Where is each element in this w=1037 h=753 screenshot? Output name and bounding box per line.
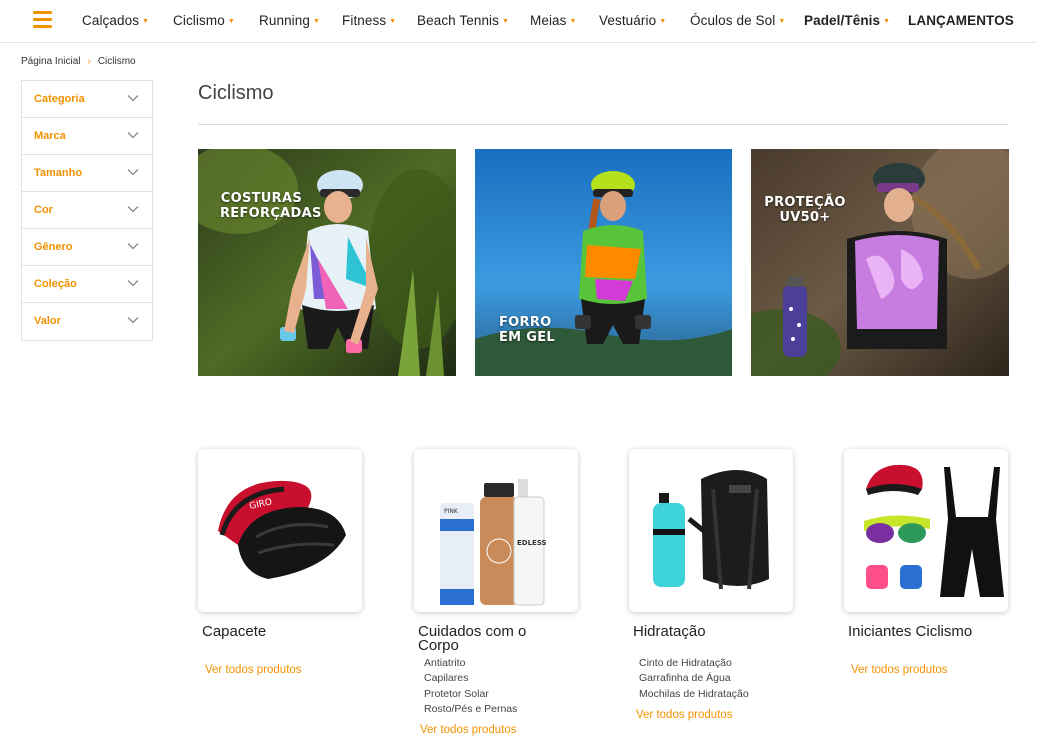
category-name[interactable]: Capacete [202, 624, 266, 639]
nav-item-label: Fitness [342, 13, 387, 28]
filter-genero[interactable]: Gênero [22, 229, 152, 266]
chevron-down-icon [127, 243, 139, 250]
caret-down-icon: ▼ [883, 18, 891, 25]
chevron-down-icon [127, 95, 139, 102]
filter-label: Gênero [34, 241, 73, 253]
subcategory-link[interactable]: Antiatrito [424, 656, 517, 671]
banner-image-cyclist-protecao [751, 149, 1009, 376]
hydration-product-image [653, 470, 769, 590]
filter-categoria[interactable]: Categoria [22, 81, 152, 118]
nav-item-label: Óculos de Sol [690, 13, 776, 28]
see-all-products-link[interactable]: Ver todos produtos [205, 664, 302, 676]
nav-item-meias[interactable]: Meias ▼ [530, 13, 577, 28]
nav-item-label: LANÇAMENTOS [908, 13, 1014, 28]
nav-item-padel-tenis[interactable]: Padel/Tênis ▼ [804, 13, 890, 28]
breadcrumb: Página Inicial › Ciclismo [21, 56, 136, 67]
nav-item-vestuario[interactable]: Vestuário ▼ [599, 13, 666, 28]
nav-item-oculos-de-sol[interactable]: Óculos de Sol ▼ [690, 13, 785, 28]
category-name[interactable]: Hidratação [633, 624, 706, 639]
filter-label: Cor [34, 204, 53, 216]
category-card-cuidados-com-o-corpo[interactable]: PINK EDLESS [414, 449, 578, 612]
category-name[interactable]: Iniciantes Ciclismo [848, 624, 972, 639]
caret-down-icon: ▼ [313, 18, 321, 25]
body-care-product-image: PINK EDLESS [440, 479, 547, 606]
filter-marca[interactable]: Marca [22, 118, 152, 155]
caret-down-icon: ▼ [659, 18, 667, 25]
breadcrumb-separator-icon: › [87, 56, 91, 67]
helmet-product-image: GIRO [218, 480, 346, 579]
filter-label: Marca [34, 130, 66, 142]
subcategory-link[interactable]: Mochilas de Hidratação [639, 687, 749, 702]
chevron-down-icon [127, 132, 139, 139]
caret-down-icon: ▼ [569, 18, 577, 25]
nav-item-lancamentos[interactable]: LANÇAMENTOS [908, 13, 1014, 28]
nav-item-label: Beach Tennis [417, 13, 500, 28]
category-card-hidratacao[interactable] [629, 449, 793, 612]
caret-down-icon: ▼ [389, 18, 397, 25]
nav-item-label: Meias [530, 13, 567, 28]
banner-protecao-uv50[interactable]: PROTEÇÃO UV50+ [751, 149, 1009, 376]
banner-image-cyclist-costuras [198, 149, 456, 376]
beginner-kit-product-image [864, 464, 1004, 597]
nav-item-label: Padel/Tênis [804, 13, 881, 28]
subcategory-link[interactable]: Capilares [424, 671, 517, 686]
filter-label: Categoria [34, 93, 85, 105]
hamburger-menu-icon[interactable] [33, 11, 52, 28]
svg-text:PINK: PINK [444, 508, 459, 515]
nav-item-label: Vestuário [599, 13, 657, 28]
svg-text:EDLESS: EDLESS [517, 539, 547, 547]
page-title: Ciclismo [198, 82, 274, 104]
subcategory-link[interactable]: Rosto/Pés e Pernas [424, 702, 517, 717]
banner-text: FORRO EM GEL [499, 315, 555, 345]
nav-item-label: Calçados [82, 13, 140, 28]
subcategory-link[interactable]: Garrafinha de Água [639, 671, 749, 686]
nav-item-fitness[interactable]: Fitness ▼ [342, 13, 396, 28]
nav-item-label: Ciclismo [173, 13, 225, 28]
chevron-down-icon [127, 317, 139, 324]
subcategory-list: Antiatrito Capilares Protetor Solar Rost… [424, 656, 517, 717]
breadcrumb-home-link[interactable]: Página Inicial [21, 56, 80, 67]
nav-item-ciclismo[interactable]: Ciclismo ▼ [173, 13, 235, 28]
subcategory-link[interactable]: Protetor Solar [424, 687, 517, 702]
breadcrumb-current: Ciclismo [97, 56, 136, 67]
category-name[interactable]: Cuidados com o Corpo [418, 624, 558, 653]
chevron-down-icon [127, 169, 139, 176]
filter-sidebar: Categoria Marca Tamanho Cor Gênero Coleç… [21, 80, 153, 341]
filter-label: Valor [34, 315, 61, 327]
see-all-products-link[interactable]: Ver todos produtos [851, 664, 948, 676]
banner-text: COSTURAS REFORÇADAS [220, 191, 322, 221]
filter-cor[interactable]: Cor [22, 192, 152, 229]
nav-item-label: Running [259, 13, 310, 28]
category-card-capacete[interactable]: GIRO [198, 449, 362, 612]
chevron-down-icon [127, 280, 139, 287]
caret-down-icon: ▼ [502, 18, 510, 25]
caret-down-icon: ▼ [778, 18, 786, 25]
filter-tamanho[interactable]: Tamanho [22, 155, 152, 192]
subcategory-list: Cinto de Hidratação Garrafinha de Água M… [639, 656, 749, 702]
caret-down-icon: ▼ [227, 18, 235, 25]
category-card-iniciantes-ciclismo[interactable] [844, 449, 1008, 612]
filter-valor[interactable]: Valor [22, 303, 152, 340]
chevron-down-icon [127, 206, 139, 213]
banner-text: PROTEÇÃO UV50+ [764, 195, 846, 225]
see-all-products-link[interactable]: Ver todos produtos [636, 709, 733, 721]
nav-item-beach-tennis[interactable]: Beach Tennis ▼ [417, 13, 509, 28]
title-divider [198, 124, 1009, 125]
see-all-products-link[interactable]: Ver todos produtos [420, 724, 517, 736]
filter-label: Coleção [34, 278, 77, 290]
filter-label: Tamanho [34, 167, 83, 179]
filter-colecao[interactable]: Coleção [22, 266, 152, 303]
subcategory-link[interactable]: Cinto de Hidratação [639, 656, 749, 671]
nav-item-calcados[interactable]: Calçados ▼ [82, 13, 149, 28]
nav-item-running[interactable]: Running ▼ [259, 13, 320, 28]
banner-costuras-reforcadas[interactable]: COSTURAS REFORÇADAS [198, 149, 456, 376]
caret-down-icon: ▼ [142, 18, 150, 25]
banner-forro-em-gel[interactable]: FORRO EM GEL [475, 149, 732, 376]
top-navigation: Calçados ▼ Ciclismo ▼ Running ▼ Fitness ▼ Be… [0, 0, 1037, 43]
